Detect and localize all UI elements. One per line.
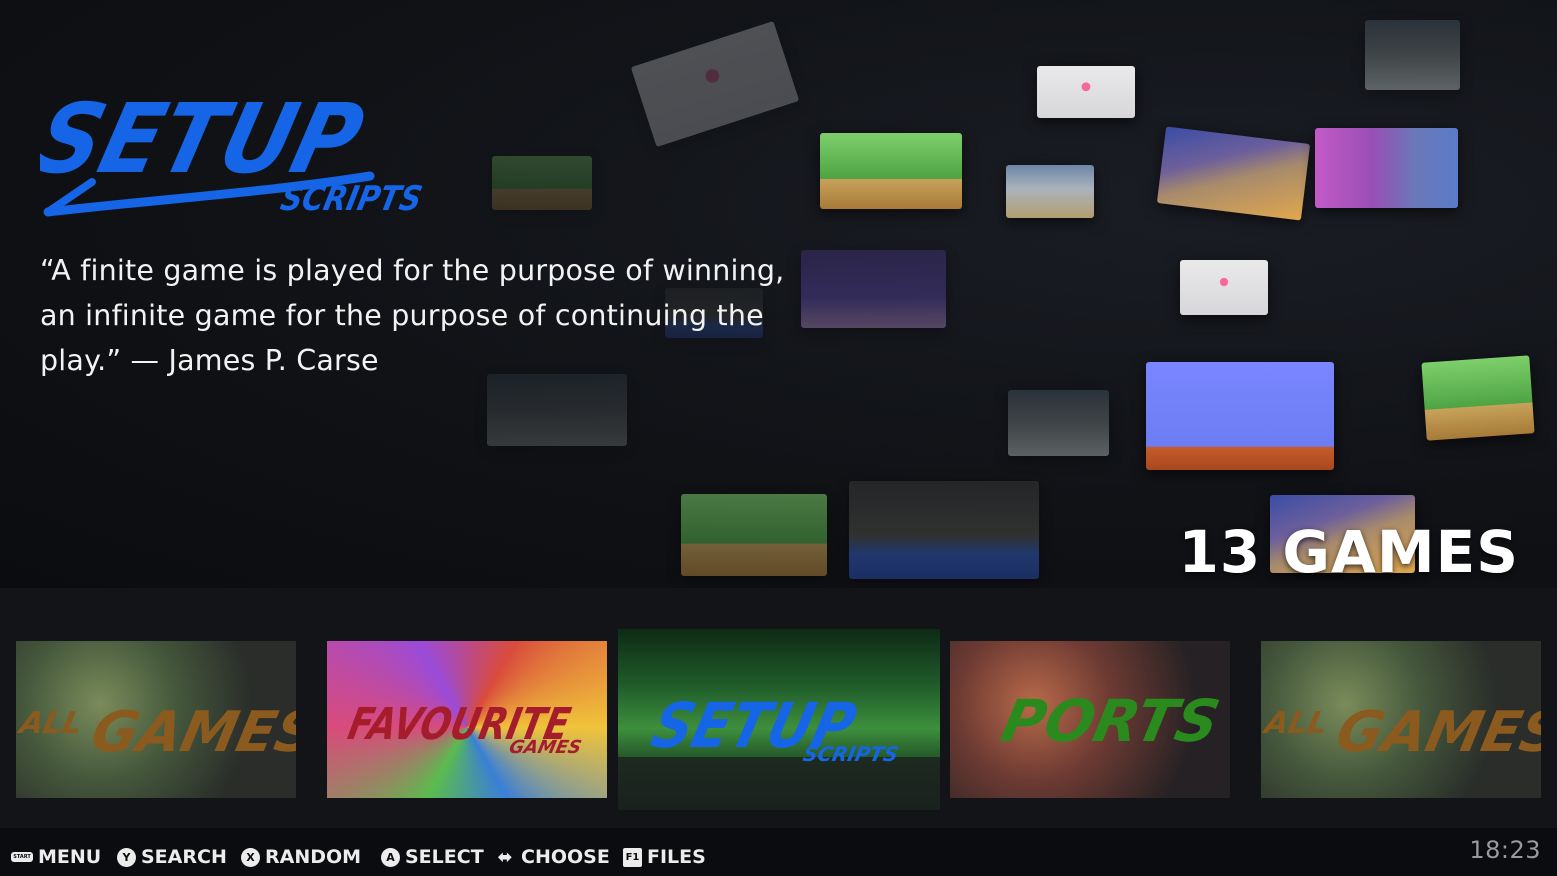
system-logo-sub: SCRIPTS bbox=[277, 179, 425, 219]
f1-key-icon: F1 bbox=[623, 847, 642, 867]
card-logo: ALL GAMES bbox=[16, 700, 296, 765]
game-screenshot bbox=[630, 20, 800, 148]
hint-choose[interactable]: ⬌ CHOOSE bbox=[494, 846, 610, 868]
system-logo-main: SETUP bbox=[40, 83, 373, 194]
hint-random[interactable]: X RANDOM bbox=[241, 846, 361, 868]
help-bar bbox=[0, 838, 1557, 876]
x-button-icon: X bbox=[241, 847, 260, 867]
game-screenshot bbox=[1365, 20, 1460, 90]
game-screenshot bbox=[492, 156, 592, 210]
y-button-icon: Y bbox=[117, 847, 136, 867]
hint-files[interactable]: F1 FILES bbox=[623, 846, 706, 868]
hint-label: CHOOSE bbox=[521, 846, 610, 868]
hint-menu[interactable]: START MENU bbox=[11, 846, 101, 868]
game-screenshot bbox=[820, 133, 962, 209]
a-button-icon: A bbox=[381, 847, 400, 867]
hint-label: SELECT bbox=[405, 846, 484, 868]
card-title: ALL bbox=[1261, 706, 1331, 741]
card-title: ALL bbox=[16, 706, 86, 741]
dpad-left-right-icon: ⬌ bbox=[497, 846, 513, 868]
carousel-card-favourite-games[interactable]: FAVOURITE GAMES bbox=[327, 641, 607, 798]
game-screenshot bbox=[849, 481, 1039, 579]
hint-label: SEARCH bbox=[141, 846, 227, 868]
game-screenshot bbox=[1146, 362, 1334, 470]
card-subtitle: GAMES bbox=[507, 737, 583, 758]
system-quote: “A finite game is played for the purpose… bbox=[40, 254, 785, 377]
system-hero: SETUP SCRIPTS “A finite game is played f… bbox=[0, 0, 1557, 588]
card-logo: FAVOURITE GAMES bbox=[344, 699, 584, 758]
game-screenshot bbox=[1315, 128, 1458, 208]
card-subtitle: SCRIPTS bbox=[801, 742, 901, 766]
game-screenshot bbox=[1180, 260, 1268, 315]
game-screenshot bbox=[1006, 165, 1094, 218]
card-logo: SETUP SCRIPTS bbox=[618, 690, 940, 810]
hint-search[interactable]: Y SEARCH bbox=[117, 846, 227, 868]
card-title: PORTS bbox=[996, 688, 1225, 755]
carousel-card-all-games[interactable]: ALL GAMES bbox=[16, 641, 296, 798]
card-logo: ALL GAMES bbox=[1261, 700, 1541, 765]
carousel-card-all-games[interactable]: ALL GAMES bbox=[1261, 641, 1541, 798]
carousel-card-ports[interactable]: PORTS bbox=[950, 641, 1230, 798]
game-screenshot bbox=[801, 250, 946, 328]
card-logo: PORTS bbox=[996, 688, 1225, 755]
clock: 18:23 bbox=[1469, 836, 1541, 864]
hint-select[interactable]: A SELECT bbox=[381, 846, 484, 868]
game-screenshot bbox=[1008, 390, 1109, 456]
game-count: 13 GAMES bbox=[1178, 518, 1519, 586]
card-subtitle: GAMES bbox=[86, 700, 296, 765]
hint-label: FILES bbox=[647, 846, 706, 868]
system-carousel: ALL GAMES FAVOURITE GAMES SETUP SCRIPTS … bbox=[0, 588, 1557, 828]
game-screenshot bbox=[1421, 355, 1535, 441]
card-subtitle: GAMES bbox=[1331, 700, 1541, 765]
hint-label: RANDOM bbox=[265, 846, 362, 868]
game-screenshot bbox=[1037, 66, 1135, 118]
game-screenshot bbox=[681, 494, 827, 576]
game-screenshot bbox=[487, 374, 627, 446]
system-logo: SETUP SCRIPTS bbox=[40, 83, 425, 219]
game-screenshot bbox=[1156, 126, 1311, 221]
carousel-card-setup-scripts[interactable]: SETUP SCRIPTS bbox=[618, 629, 940, 810]
start-button-icon: START bbox=[11, 852, 33, 862]
hint-label: MENU bbox=[38, 846, 102, 868]
